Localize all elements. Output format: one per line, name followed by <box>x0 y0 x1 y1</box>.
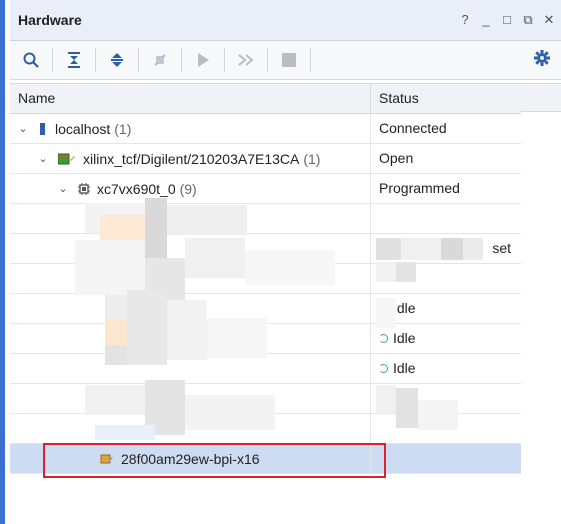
stop-icon[interactable] <box>278 49 300 71</box>
chevron-down-icon[interactable]: ⌄ <box>38 153 48 165</box>
table-row[interactable]: Idle <box>10 354 521 384</box>
maximize-icon[interactable]: □ <box>501 13 513 26</box>
hardware-panel: Hardware ? _ □ ⧉ ✕ Name Status ⌄ localho… <box>0 0 561 524</box>
toolbar-separator <box>52 48 53 72</box>
table-row[interactable]: ⌄ localhost (1) Connected <box>10 114 521 144</box>
help-icon[interactable]: ? <box>459 13 471 26</box>
search-icon[interactable] <box>20 49 42 71</box>
idle-status-icon <box>379 334 388 343</box>
toolbar-separator <box>95 48 96 72</box>
row-status <box>371 204 521 233</box>
panel-toolbar <box>10 41 561 80</box>
row-count: (1) <box>114 120 132 137</box>
table-row[interactable]: ⌄ xilinx_tcf/Digilent/210203A7E13CA (1) … <box>10 144 521 174</box>
row-count: (1) <box>303 150 321 167</box>
gear-icon[interactable] <box>533 49 551 72</box>
run-icon[interactable] <box>192 49 214 71</box>
auto-connect-icon[interactable] <box>149 49 171 71</box>
table-header: Name Status <box>10 83 521 114</box>
table-row[interactable]: ⌄ xc7vx690t_0 (9) Programmed <box>10 174 521 204</box>
column-header-status[interactable]: Status <box>371 84 521 113</box>
close-icon[interactable]: ✕ <box>543 13 555 26</box>
chevron-down-icon[interactable]: ⌄ <box>18 123 28 135</box>
panel-title-bar: Hardware ? _ □ ⧉ ✕ <box>10 0 561 41</box>
toolbar-separator <box>310 48 311 72</box>
window-controls: ? _ □ ⧉ ✕ <box>459 13 555 26</box>
row-status <box>371 444 521 473</box>
server-icon <box>38 122 48 136</box>
toolbar-separator <box>224 48 225 72</box>
row-status: Connected <box>379 120 447 136</box>
highlight-box <box>43 443 386 478</box>
minimize-icon[interactable]: _ <box>480 13 492 26</box>
expand-all-icon[interactable] <box>106 49 128 71</box>
idle-status-icon <box>379 364 388 373</box>
row-name: xilinx_tcf/Digilent/210203A7E13CA <box>83 150 300 167</box>
chevron-down-icon[interactable]: ⌄ <box>58 183 68 195</box>
row-status: Open <box>379 150 414 166</box>
column-header-name[interactable]: Name <box>10 84 371 113</box>
run-all-icon[interactable] <box>235 49 257 71</box>
collapse-all-icon[interactable] <box>63 49 85 71</box>
chip-icon <box>78 182 90 195</box>
header-filler <box>521 83 561 112</box>
float-icon[interactable]: ⧉ <box>522 13 534 26</box>
cable-target-icon <box>58 153 76 165</box>
row-status: Idle <box>393 360 416 376</box>
row-status: Programmed <box>379 180 460 196</box>
panel-title: Hardware <box>18 12 82 28</box>
toolbar-separator <box>138 48 139 72</box>
toolbar-separator <box>267 48 268 72</box>
row-status: Idle <box>393 330 416 346</box>
row-status: Idle <box>393 300 416 316</box>
row-name: xc7vx690t_0 <box>97 180 176 197</box>
row-name: localhost <box>55 120 111 137</box>
toolbar-separator <box>181 48 182 72</box>
row-count: (9) <box>179 180 197 197</box>
